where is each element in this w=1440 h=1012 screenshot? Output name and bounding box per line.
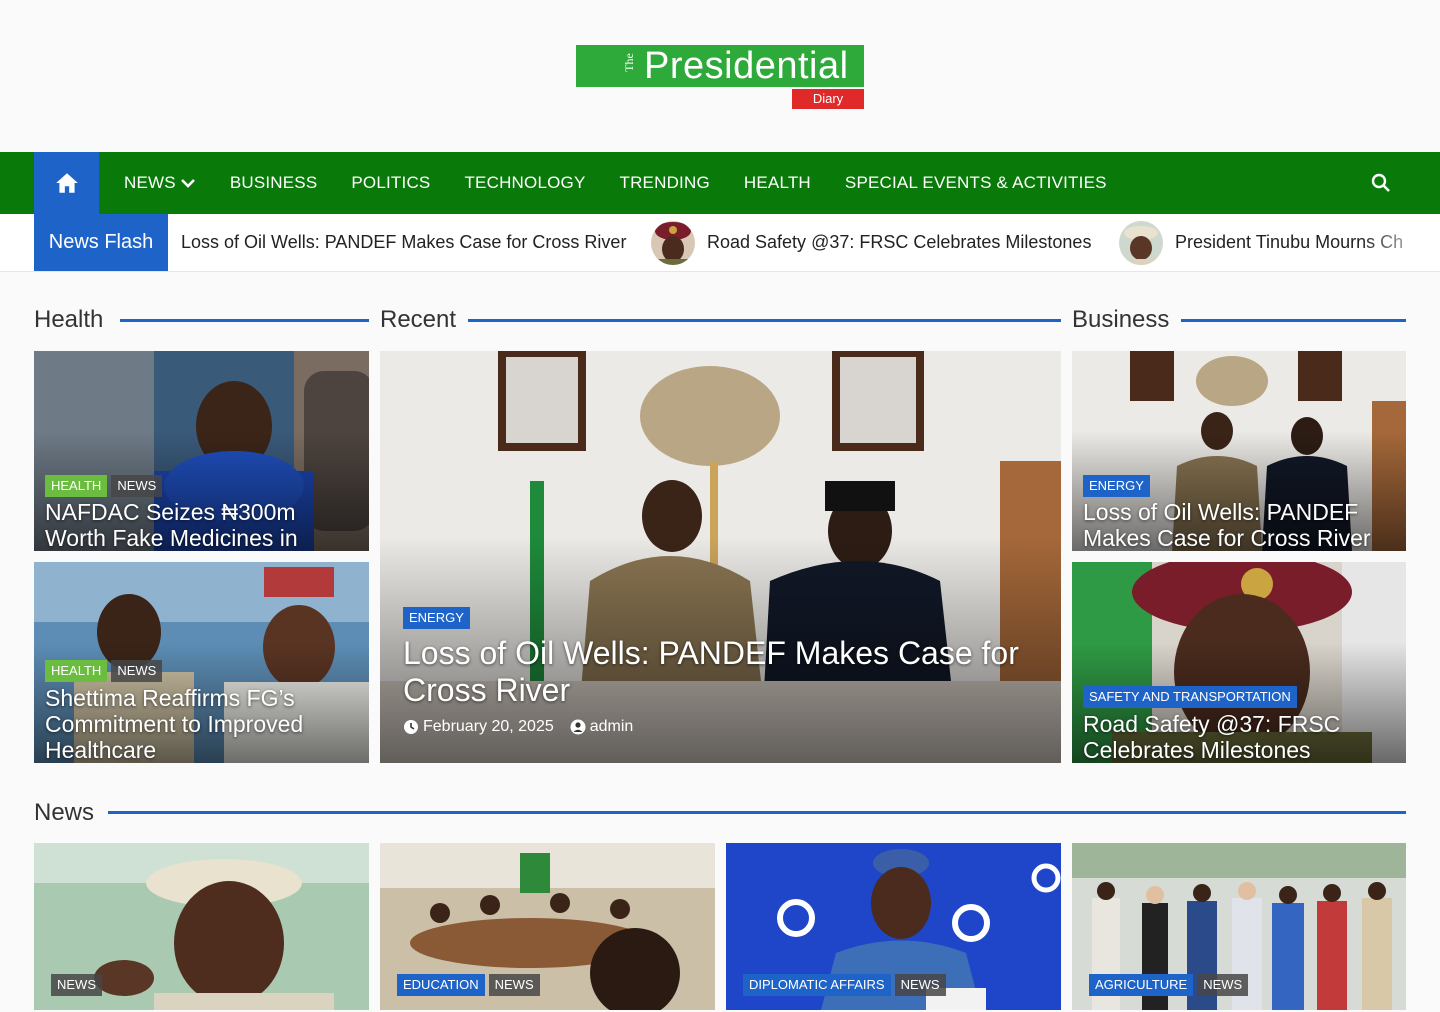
business-article-card[interactable]: ENERGY Loss of Oil Wells: PANDEF Makes C…	[1072, 351, 1406, 551]
category-tag[interactable]: NEWS	[488, 974, 540, 996]
nav-politics[interactable]: POLITICS	[351, 173, 430, 193]
section-title-recent: Recent	[380, 306, 457, 333]
logo-sub: Diary	[792, 89, 864, 109]
nav-health[interactable]: HEALTH	[744, 173, 811, 193]
main-nav: NEWS BUSINESS POLITICS TECHNOLOGY TRENDI…	[0, 152, 1440, 214]
logo-name: Presidential	[644, 45, 849, 87]
article-title[interactable]: Loss of Oil Wells: PANDEF Makes Case for…	[1083, 499, 1398, 551]
category-tag[interactable]: ENERGY	[1083, 475, 1150, 497]
category-tag[interactable]: AGRICULTURE	[1089, 974, 1194, 996]
section-divider	[108, 811, 1406, 814]
nav-technology[interactable]: TECHNOLOGY	[464, 173, 585, 193]
site-logo[interactable]: The Presidential Diary	[576, 45, 864, 109]
health-article-card[interactable]: HEALTH NEWS Shettima Reaffirms FG’s Comm…	[34, 562, 369, 763]
category-tag[interactable]: NEWS	[51, 974, 102, 996]
home-icon	[55, 173, 78, 193]
nav-business[interactable]: BUSINESS	[230, 173, 318, 193]
article-author[interactable]: admin	[590, 718, 634, 736]
news-article-card[interactable]: DIPLOMATIC AFFAIRS NEWS	[726, 843, 1061, 1010]
news-article-card[interactable]: AGRICULTURE NEWS	[1072, 843, 1406, 1010]
article-title[interactable]: Shettima Reaffirms FG’s Commitment to Im…	[45, 685, 360, 763]
clock-icon	[404, 720, 418, 734]
ticker-thumbnail	[651, 220, 695, 265]
search-icon	[1371, 173, 1390, 192]
home-button[interactable]	[34, 152, 99, 214]
category-tag[interactable]: NEWS	[1197, 974, 1249, 996]
category-tag[interactable]: NEWS	[894, 974, 946, 996]
nav-news-label: NEWS	[124, 173, 176, 192]
chevron-down-icon	[180, 179, 195, 188]
ticker-item-text: Loss of Oil Wells: PANDEF Makes Case for…	[181, 232, 627, 252]
article-meta: February 20, 2025 admin	[403, 718, 633, 736]
user-icon	[570, 719, 586, 735]
category-tag[interactable]: NEWS	[111, 475, 163, 497]
news-flash-ticker: Loss of Oil Wells: PANDEF Makes Case for…	[168, 214, 1440, 271]
logo-the: The	[621, 53, 636, 72]
category-tag[interactable]: HEALTH	[45, 660, 108, 682]
section-title-business: Business	[1072, 306, 1170, 333]
news-article-card[interactable]: NEWS	[34, 843, 369, 1010]
health-article-card[interactable]: HEALTH NEWS NAFDAC Seizes ₦300m Worth Fa…	[34, 351, 369, 551]
category-tag[interactable]: NEWS	[111, 660, 163, 682]
section-divider	[1181, 319, 1406, 322]
section-divider	[120, 319, 369, 322]
article-title[interactable]: Loss of Oil Wells: PANDEF Makes Case for…	[403, 635, 1033, 709]
featured-article-card[interactable]: ENERGY Loss of Oil Wells: PANDEF Makes C…	[380, 351, 1061, 763]
search-button[interactable]	[1368, 170, 1394, 196]
nav-special-events[interactable]: SPECIAL EVENTS & ACTIVITIES	[845, 173, 1107, 193]
category-tag[interactable]: SAFETY AND TRANSPORTATION	[1083, 686, 1297, 708]
section-divider	[468, 319, 1061, 322]
section-title-health: Health	[34, 306, 104, 333]
section-title-news: News	[34, 799, 95, 826]
news-article-card[interactable]: EDUCATION NEWS	[380, 843, 715, 1010]
category-tag[interactable]: DIPLOMATIC AFFAIRS	[743, 974, 891, 996]
ticker-thumbnail	[1119, 220, 1163, 265]
article-title[interactable]: Road Safety @37: FRSC Celebrates Milesto…	[1083, 711, 1398, 763]
article-title[interactable]: NAFDAC Seizes ₦300m Worth Fake Medicines…	[45, 499, 360, 551]
nav-news[interactable]: NEWS	[124, 173, 196, 193]
ticker-item[interactable]: Loss of Oil Wells: PANDEF Makes Case for…	[181, 214, 626, 271]
news-flash-bar: News Flash Loss of Oil Wells: PANDEF Mak…	[0, 214, 1440, 272]
category-tag[interactable]: ENERGY	[403, 607, 470, 629]
article-date[interactable]: February 20, 2025	[423, 718, 554, 736]
category-tag[interactable]: HEALTH	[45, 475, 108, 497]
category-tag[interactable]: EDUCATION	[397, 974, 485, 996]
nav-trending[interactable]: TRENDING	[620, 173, 710, 193]
ticker-item-text: Road Safety @37: FRSC Celebrates Milesto…	[707, 232, 1092, 252]
ticker-item[interactable]: Road Safety @37: FRSC Celebrates Milesto…	[651, 214, 1091, 271]
business-article-card[interactable]: SAFETY AND TRANSPORTATION Road Safety @3…	[1072, 562, 1406, 763]
news-flash-label: News Flash	[34, 214, 168, 271]
site-header: The Presidential Diary	[0, 0, 1440, 152]
